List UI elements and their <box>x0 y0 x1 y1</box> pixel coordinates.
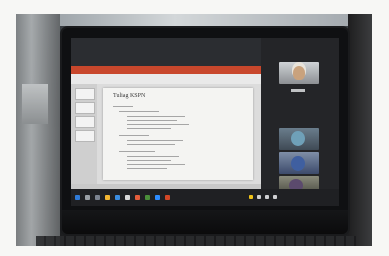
slide-text-line <box>127 168 167 169</box>
slide-text-line <box>119 151 155 152</box>
participant-video-tile[interactable] <box>279 152 319 174</box>
participant-video-tile[interactable] <box>279 62 319 84</box>
background-right <box>348 14 372 246</box>
slide-text-line <box>127 128 171 129</box>
video-call-panel <box>261 38 339 194</box>
slide-text-line <box>119 135 149 136</box>
slide-text-line <box>127 120 177 121</box>
room-scene: Tuliag KSPN <box>16 14 372 246</box>
app-icon[interactable] <box>135 195 140 200</box>
start-icon[interactable] <box>75 195 80 200</box>
taskbar <box>71 189 339 206</box>
network-icon[interactable] <box>257 195 261 199</box>
slide-text-line <box>127 140 183 141</box>
app-icon[interactable] <box>145 195 150 200</box>
slide-thumbnail <box>75 102 95 114</box>
video-call-app-icon[interactable] <box>155 195 160 200</box>
slide-text-line <box>127 116 185 117</box>
participant-name-label <box>291 89 305 92</box>
slide-text-line <box>113 106 133 107</box>
folder-icon[interactable] <box>105 195 110 200</box>
participant-video-tile[interactable] <box>279 128 319 150</box>
slide-thumbnail <box>75 88 95 100</box>
volume-icon[interactable] <box>265 195 269 199</box>
presentation-app-icon[interactable] <box>165 195 170 200</box>
notification-icon[interactable] <box>249 195 253 199</box>
browser-icon[interactable] <box>115 195 120 200</box>
photo: Tuliag KSPN <box>0 0 389 256</box>
battery-icon[interactable] <box>273 195 277 199</box>
laptop-screen: Tuliag KSPN <box>71 38 339 206</box>
slide-title: Tuliag KSPN <box>113 93 146 99</box>
slide-text-line <box>119 111 159 112</box>
slide-text-line <box>127 164 185 165</box>
slide-thumbnail <box>75 116 95 128</box>
slide-thumbnails <box>71 84 97 184</box>
task-view-icon[interactable] <box>95 195 100 200</box>
search-icon[interactable] <box>85 195 90 200</box>
laptop-bezel <box>62 210 348 234</box>
slide-text-line <box>127 156 179 157</box>
slide-text-line <box>127 144 175 145</box>
slide-text-line <box>127 124 189 125</box>
background-window <box>60 14 348 26</box>
laptop-keyboard <box>36 236 356 246</box>
background-left <box>16 14 60 246</box>
presentation-toolbar <box>71 74 261 84</box>
laptop: Tuliag KSPN <box>62 28 348 234</box>
slide-canvas: Tuliag KSPN <box>103 88 253 180</box>
slide-thumbnail <box>75 130 95 142</box>
slide-text-line <box>127 160 171 161</box>
presentation-title-bar <box>71 66 261 74</box>
store-icon[interactable] <box>125 195 130 200</box>
